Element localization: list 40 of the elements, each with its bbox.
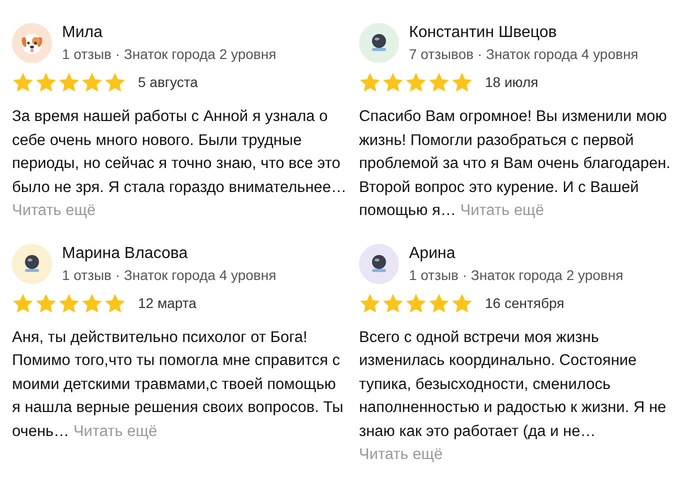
review-date: 5 августа <box>138 73 198 92</box>
star-icon <box>81 72 103 93</box>
reviewer-name: Арина <box>409 244 456 264</box>
star-icon <box>382 292 404 314</box>
reviewer-meta: 1 отзыв · Знаток города 2 уровня <box>62 45 276 64</box>
star-icon <box>451 292 473 314</box>
reviewer-meta: 1 отзыв · Знаток города 4 уровня <box>62 266 276 284</box>
review-date: 16 сентября <box>485 294 564 313</box>
reviewer-name: Константин Швецов <box>409 23 558 43</box>
reviewer-meta: 7 отзывов · Знаток города 4 уровня <box>409 45 638 64</box>
reviewer-name: Мила <box>62 23 104 43</box>
star-icon <box>35 292 57 314</box>
star-icon <box>405 292 427 314</box>
review-date: 18 июля <box>485 73 538 92</box>
star-icon <box>104 72 126 93</box>
star-icon <box>58 292 80 314</box>
star-icon <box>451 72 473 93</box>
review-text: За время нашей работы с Анной я узнала о себе очень много нового. Были трудные периоды, но сейчас я точно знаю, что все это было не зря. Я стала гораздо внимательнее… Читать ещё <box>12 107 347 221</box>
star-icon <box>359 292 381 314</box>
review-date: 12 марта <box>138 294 196 313</box>
read-more-link[interactable]: Читать ещё <box>73 422 158 440</box>
star-icon <box>359 72 381 93</box>
star-icon <box>12 72 34 93</box>
reviewer-name: Марина Власова <box>62 244 189 264</box>
star-icon <box>428 292 450 314</box>
read-more-link[interactable]: Читать ещё <box>12 202 96 219</box>
star-icon <box>428 72 450 93</box>
read-more-link[interactable]: Читать ещё <box>460 202 544 219</box>
star-icon <box>382 72 404 93</box>
review-text: Спасибо Вам огромное! Вы изменили мою жизнь! Помогли разобраться с первой проблемой за что я Вам очень благодарен. Второй вопрос это курение. И с Вашей помощью я… Читать ещё <box>359 107 672 221</box>
star-icon <box>81 292 103 314</box>
read-more-link[interactable]: Читать ещё <box>359 446 443 463</box>
review-text: Аня, ты действительно психолог от Бога! Помимо того,что ты помогла мне справится с моими детскими травмами,с твоей помощью я нашла верные решения своих вопросов. Ты очень… Читать ещё <box>12 328 344 442</box>
star-icon <box>104 292 126 314</box>
star-icon <box>35 72 57 93</box>
reviewer-meta: 1 отзыв · Знаток города 2 уровня <box>409 266 624 284</box>
star-icon <box>58 72 80 93</box>
star-icon <box>405 72 427 93</box>
star-icon <box>12 292 34 314</box>
review-text: Всего с одной встречи моя жизнь изменилась координально. Состояние тупика, безысходности, сменилось наполненностью и радостью к жизни. Я не знаю как это работает (да и не… Читать ещё <box>359 328 668 465</box>
